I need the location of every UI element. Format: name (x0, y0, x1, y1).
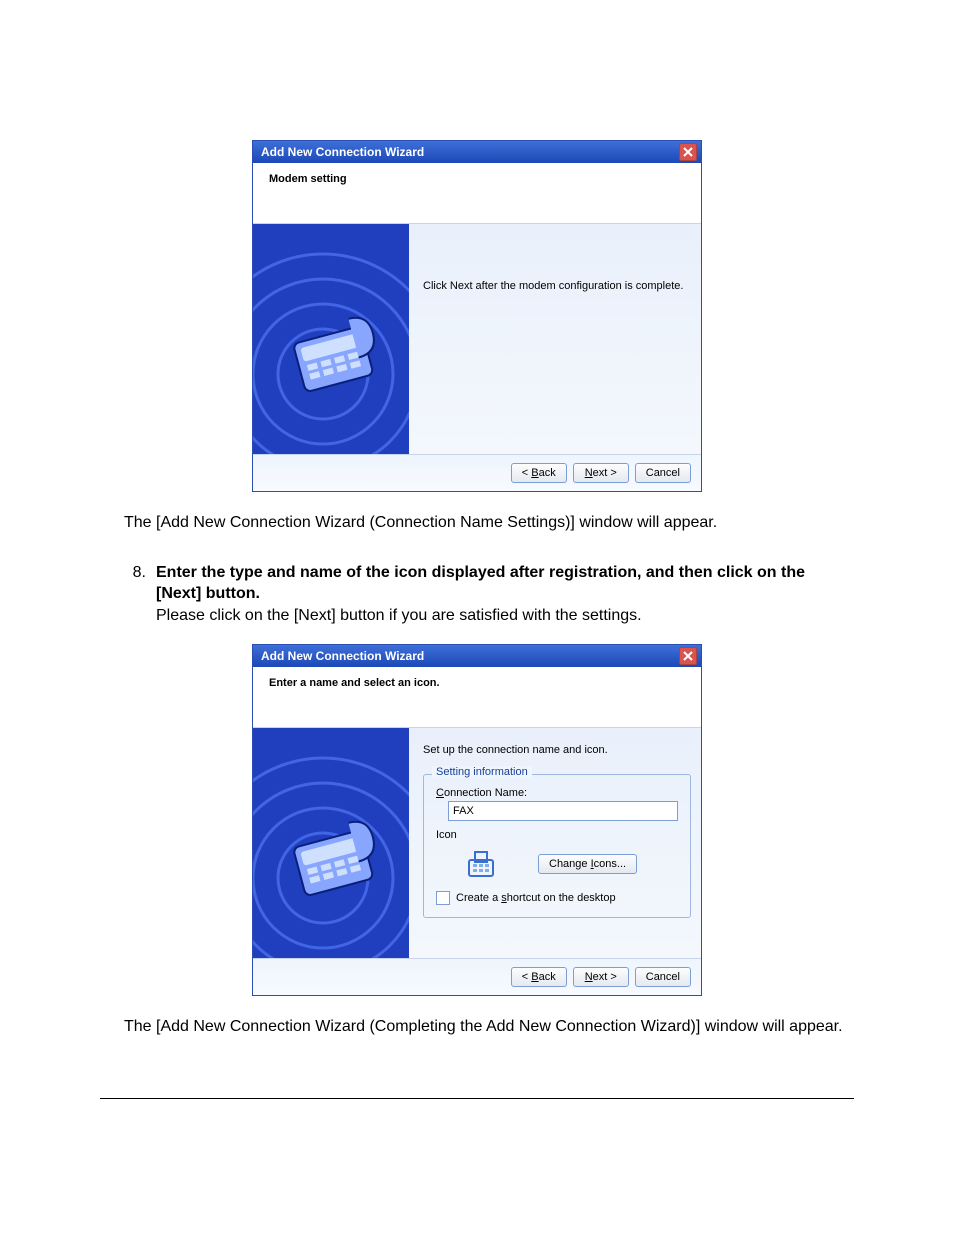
group-legend: Setting information (432, 766, 532, 778)
connection-name-input[interactable] (448, 801, 678, 821)
titlebar[interactable]: Add New Connection Wizard (253, 645, 701, 667)
close-icon[interactable] (679, 647, 697, 665)
step-8: 8. Enter the type and name of the icon d… (124, 562, 854, 627)
close-icon[interactable] (679, 143, 697, 161)
button-bar: < Back Next > Cancel (253, 454, 701, 491)
wizard-name-icon-dialog: Add New Connection Wizard Enter a name a… (252, 644, 702, 996)
wizard-modem-dialog: Add New Connection Wizard Modem setting (252, 140, 702, 492)
window-title: Add New Connection Wizard (261, 145, 424, 159)
window-title: Add New Connection Wizard (261, 649, 424, 663)
step-instruction: Enter the type and name of the icon disp… (156, 562, 854, 605)
step-detail: Please click on the [Next] button if you… (156, 605, 854, 627)
wizard-graphic (253, 224, 409, 454)
desktop-shortcut-label: Create a shortcut on the desktop (456, 892, 616, 904)
desktop-shortcut-checkbox[interactable] (436, 891, 450, 905)
icon-label: Icon (436, 829, 678, 841)
next-button[interactable]: Next > (573, 967, 629, 987)
instruction-text: Click Next after the modem configuration… (423, 280, 683, 292)
fax-icon (464, 847, 498, 881)
wizard-graphic (253, 728, 409, 958)
back-button[interactable]: < Back (511, 463, 567, 483)
change-icons-button[interactable]: Change Icons... (538, 854, 637, 874)
titlebar[interactable]: Add New Connection Wizard (253, 141, 701, 163)
cancel-button[interactable]: Cancel (635, 463, 691, 483)
step-number: 8. (124, 562, 146, 627)
wizard-subheader: Enter a name and select an icon. (253, 667, 701, 728)
back-button[interactable]: < Back (511, 967, 567, 987)
setting-information-group: Setting information Connection Name: Ico… (423, 774, 691, 918)
button-bar: < Back Next > Cancel (253, 958, 701, 995)
cancel-button[interactable]: Cancel (635, 967, 691, 987)
next-button[interactable]: Next > (573, 463, 629, 483)
connection-name-label: Connection Name: (436, 787, 678, 799)
footer-rule (100, 1098, 854, 1099)
doc-paragraph: The [Add New Connection Wizard (Completi… (124, 1016, 854, 1038)
intro-text: Set up the connection name and icon. (423, 744, 691, 756)
wizard-subheader: Modem setting (253, 163, 701, 224)
doc-paragraph: The [Add New Connection Wizard (Connecti… (124, 512, 854, 534)
